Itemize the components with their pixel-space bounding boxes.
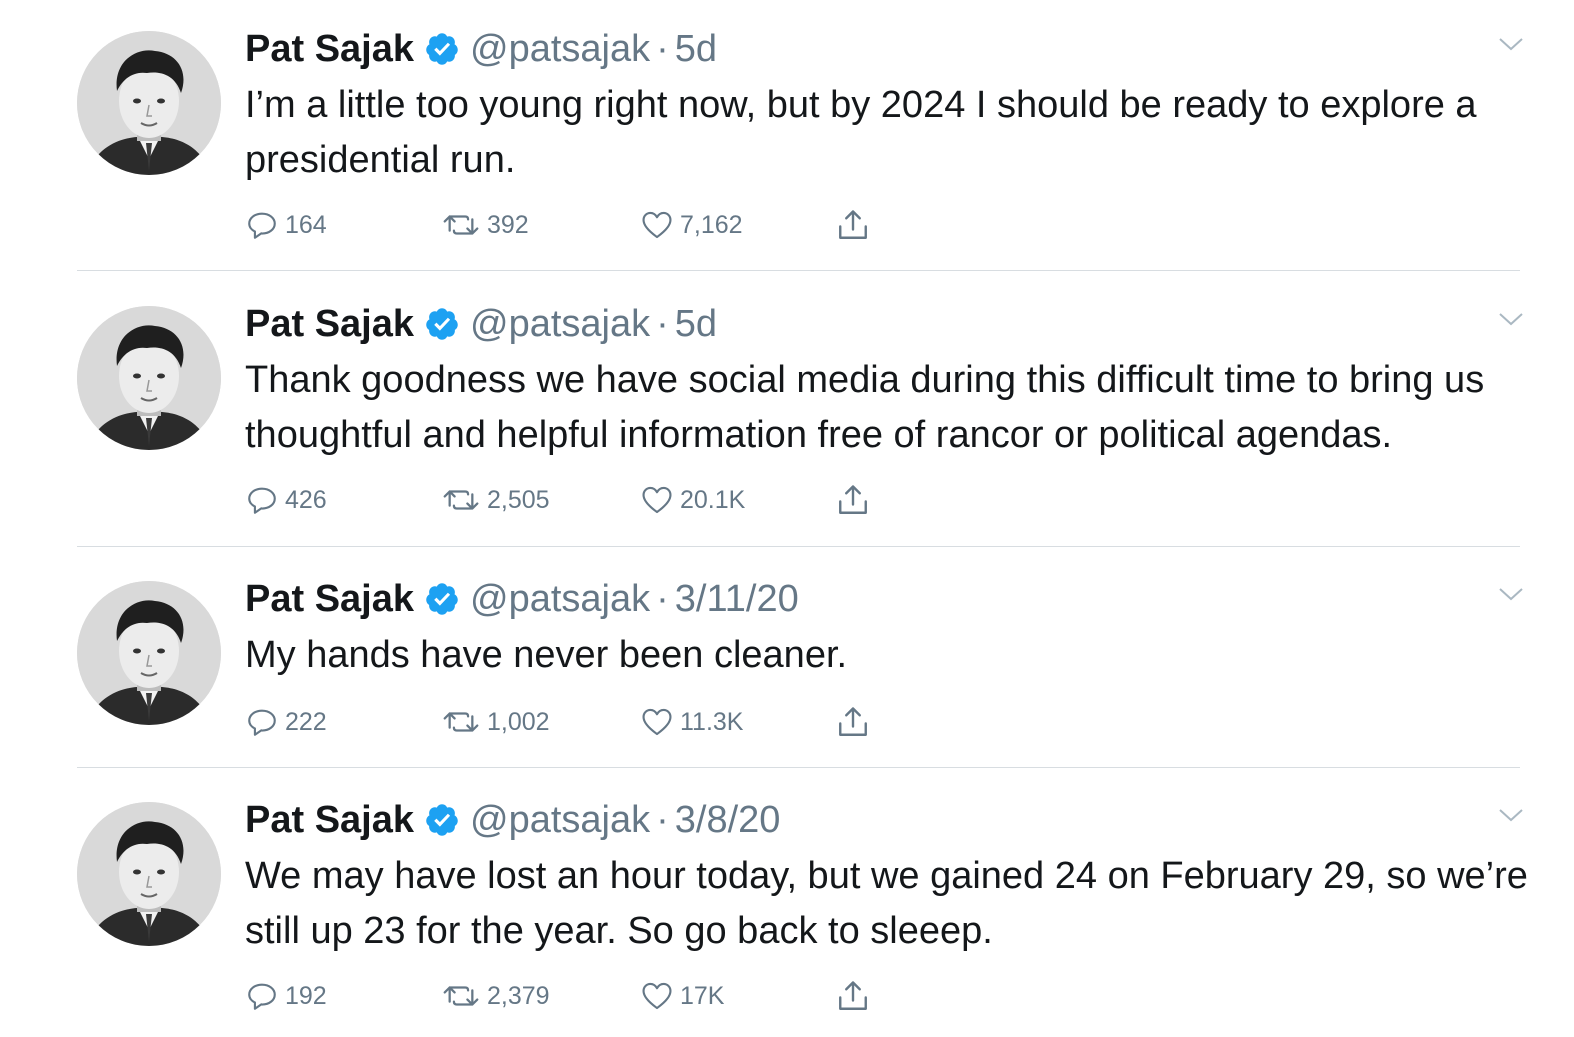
tweet-timeline: Pat Sajak @patsajak · 5d I’m a little to… [0,0,1574,1037]
retweet-button[interactable]: 1,002 [441,702,550,742]
reply-count: 164 [285,210,327,239]
tweet-header: Pat Sajak @patsajak · 3/8/20 [245,797,780,843]
share-icon [839,707,867,736]
verified-badge-icon [424,31,460,67]
share-icon [839,210,867,239]
tweet-timestamp[interactable]: 5d [675,301,717,347]
like-button[interactable]: 17K [640,976,724,1016]
reply-button[interactable]: 164 [245,205,327,245]
chevron-down-icon[interactable] [1498,807,1524,823]
author-name[interactable]: Pat Sajak [245,26,414,72]
retweet-icon [443,986,479,1006]
tweet-text: Thank goodness we have social media duri… [245,359,1485,456]
share-icon [839,981,867,1010]
verified-badge-icon [424,802,460,838]
avatar[interactable] [77,31,221,175]
reply-icon [248,983,276,1010]
author-handle[interactable]: @patsajak [470,576,650,622]
retweet-count: 2,505 [487,485,550,514]
tweet-actions: 164 392 7,162 [245,205,945,245]
author-name[interactable]: Pat Sajak [245,576,414,622]
chevron-down-icon[interactable] [1498,586,1524,602]
reply-count: 192 [285,981,327,1010]
tweet-actions: 192 2,379 17K [245,976,945,1016]
tweet[interactable]: Pat Sajak @patsajak · 3/11/20 My hands h… [0,547,1574,767]
like-count: 11.3K [680,707,744,736]
avatar-photo [77,581,221,725]
tweet[interactable]: Pat Sajak @patsajak · 5d I’m a little to… [0,0,1574,271]
tweet[interactable]: Pat Sajak @patsajak · 3/8/20 We may have… [0,768,1574,1037]
avatar[interactable] [77,802,221,946]
share-icon [839,485,867,514]
separator-dot: · [656,28,669,70]
retweet-icon [443,215,479,235]
reply-count: 426 [285,485,327,514]
share-button[interactable] [835,976,877,1016]
heart-icon [642,708,672,736]
like-button[interactable]: 20.1K [640,480,745,520]
reply-count: 222 [285,707,327,736]
verified-badge-icon [424,306,460,342]
retweet-count: 392 [487,210,529,239]
author-handle[interactable]: @patsajak [470,26,650,72]
like-count: 7,162 [680,210,743,239]
like-count: 20.1K [680,485,746,514]
tweet-actions: 426 2,505 20.1K [245,480,945,520]
reply-button[interactable]: 426 [245,480,327,520]
share-button[interactable] [835,702,877,742]
reply-button[interactable]: 222 [245,702,327,742]
avatar-photo [77,802,221,946]
like-count: 17K [680,981,725,1010]
retweet-button[interactable]: 392 [441,205,529,245]
retweet-count: 2,379 [487,981,550,1010]
separator-dot: · [656,578,669,620]
heart-icon [642,486,672,514]
retweet-count: 1,002 [487,707,550,736]
like-button[interactable]: 7,162 [640,205,743,245]
reply-icon [248,487,276,514]
tweet[interactable]: Pat Sajak @patsajak · 5d Thank goodness … [0,272,1574,546]
retweet-icon [443,712,479,732]
reply-icon [248,709,276,736]
tweet-timestamp[interactable]: 3/8/20 [675,797,781,843]
reply-button[interactable]: 192 [245,976,327,1016]
tweet-timestamp[interactable]: 5d [675,26,717,72]
retweet-icon [443,490,479,510]
heart-icon [642,982,672,1010]
heart-icon [642,211,672,239]
retweet-button[interactable]: 2,505 [441,480,550,520]
author-handle[interactable]: @patsajak [470,797,650,843]
separator-dot: · [656,799,669,841]
tweet-actions: 222 1,002 11.3K [245,702,945,742]
tweet-text: My hands have never been cleaner. [245,634,848,676]
like-button[interactable]: 11.3K [640,702,743,742]
tweet-timestamp[interactable]: 3/11/20 [675,576,799,622]
author-handle[interactable]: @patsajak [470,301,650,347]
retweet-button[interactable]: 2,379 [441,976,550,1016]
share-button[interactable] [835,480,877,520]
tweet-text: We may have lost an hour today, but we g… [245,855,1528,952]
tweet-text: I’m a little too young right now, but by… [245,84,1477,181]
author-name[interactable]: Pat Sajak [245,301,414,347]
separator-dot: · [656,303,669,345]
share-button[interactable] [835,205,877,245]
author-name[interactable]: Pat Sajak [245,797,414,843]
tweet-header: Pat Sajak @patsajak · 5d [245,26,717,72]
tweet-header: Pat Sajak @patsajak · 3/11/20 [245,576,799,622]
verified-badge-icon [424,581,460,617]
chevron-down-icon[interactable] [1498,36,1524,52]
avatar[interactable] [77,306,221,450]
avatar-photo [77,306,221,450]
divider [77,270,1520,271]
chevron-down-icon[interactable] [1498,311,1524,327]
reply-icon [248,212,276,239]
avatar[interactable] [77,581,221,725]
tweet-header: Pat Sajak @patsajak · 5d [245,301,717,347]
avatar-photo [77,31,221,175]
